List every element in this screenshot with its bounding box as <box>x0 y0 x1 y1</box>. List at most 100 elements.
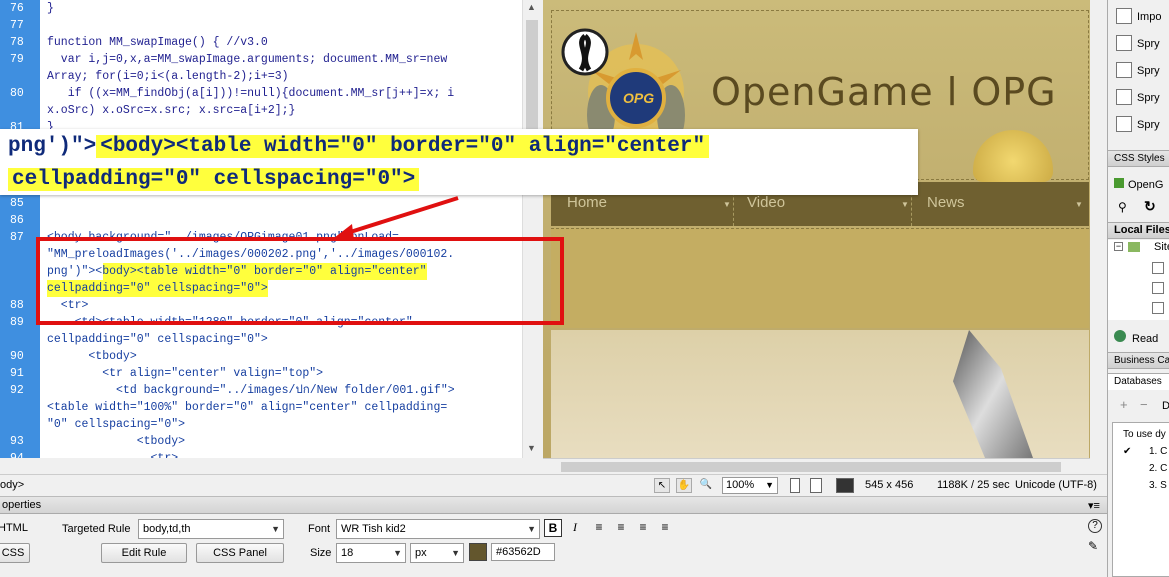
insert-item[interactable]: Spry <box>1114 60 1169 82</box>
align-left-icon[interactable]: ≡ <box>590 519 608 537</box>
font-select[interactable]: WR Tish kid2 ▼ <box>336 519 540 539</box>
text-color-field[interactable]: #63562D <box>491 543 555 561</box>
scrollbar-thumb[interactable] <box>526 20 538 130</box>
size-select[interactable]: 18 ▼ <box>336 543 406 563</box>
help-text: To use dy <box>1123 429 1166 440</box>
code-line[interactable]: 79 var i,j=0,x,a=MM_swapImage.arguments;… <box>0 51 522 68</box>
insert-item[interactable]: Spry <box>1114 87 1169 109</box>
line-number: 87 <box>10 231 24 244</box>
code-line[interactable]: "0" cellspacing="0"> <box>0 416 522 433</box>
ready-status: Read <box>1114 330 1158 345</box>
insert-item[interactable]: Spry <box>1114 114 1169 136</box>
desktop-size-icon[interactable] <box>836 478 854 493</box>
html-button[interactable]: HTML <box>0 519 30 539</box>
css-button[interactable]: CSS <box>0 543 30 563</box>
select-tool-icon[interactable]: ↖ <box>654 478 670 493</box>
code-line[interactable]: Array; for(i=0;i<(a.length-2);i+=3) <box>0 68 522 85</box>
code-line[interactable]: 90 <tbody> <box>0 348 522 365</box>
callout-prefix: png')"> <box>8 135 97 158</box>
databases-tab[interactable]: Databases <box>1108 373 1169 390</box>
align-right-icon[interactable]: ≡ <box>634 519 652 537</box>
line-number: 90 <box>10 350 24 363</box>
local-files-tab[interactable]: Local Files <box>1108 222 1169 239</box>
edit-rule-button[interactable]: Edit Rule <box>101 543 187 563</box>
site-item[interactable]: Site <box>1154 241 1169 253</box>
chevron-down-icon: ▼ <box>723 200 731 209</box>
insert-item-label: Spry <box>1137 38 1160 50</box>
unit-select[interactable]: px ▼ <box>410 543 464 563</box>
insert-item[interactable]: Spry <box>1114 33 1169 55</box>
panel-menu-icon[interactable]: ▾≡ <box>1088 499 1100 512</box>
line-number: 91 <box>10 367 24 380</box>
zoom-value: 100% <box>726 479 755 491</box>
code-line[interactable]: x.oSrc) x.oSrc=x.src; x.src=a[i+2];} <box>0 102 522 119</box>
hand-tool-icon[interactable]: ✋ <box>676 478 692 493</box>
help-icon[interactable]: ? <box>1088 519 1102 533</box>
chevron-down-icon: ▼ <box>527 524 536 534</box>
code-text: cellpadding="0" cellspacing="0"> <box>47 333 268 346</box>
refresh-icon[interactable]: ↻ <box>1144 198 1156 215</box>
nav-video[interactable]: Video <box>747 194 785 211</box>
code-line[interactable]: <table width="100%" border="0" align="ce… <box>0 399 522 416</box>
window-size-icon[interactable] <box>790 478 800 493</box>
code-line[interactable]: 78 function MM_swapImage() { //v3.0 <box>0 34 522 51</box>
code-line[interactable]: 76} <box>0 0 522 17</box>
insert-item[interactable]: Impo <box>1114 6 1169 28</box>
code-line[interactable]: 91 <tr align="center" valign="top"> <box>0 365 522 382</box>
bold-button[interactable]: B <box>544 519 562 537</box>
globe-icon <box>1114 330 1126 342</box>
site-title: OpenGame l OPG <box>711 70 1057 114</box>
code-line[interactable]: 80 if ((x=MM_findObj(a[i]))!=null){docum… <box>0 85 522 102</box>
code-vertical-scrollbar[interactable]: ▲ ▼ <box>522 0 540 458</box>
nav-home[interactable]: Home <box>567 194 607 211</box>
code-line[interactable]: cellpadding="0" cellspacing="0"> <box>0 331 522 348</box>
code-line[interactable]: 92 <td background="../images/ปก/New fold… <box>0 382 522 399</box>
content-band <box>551 228 1089 328</box>
line-number: 78 <box>10 36 24 49</box>
design-horizontal-scrollbar[interactable] <box>543 458 1090 474</box>
code-text: <table width="100%" border="0" align="ce… <box>47 401 448 414</box>
scrollbar-thumb[interactable] <box>561 462 1061 472</box>
wand-icon[interactable]: ⚲ <box>1118 200 1127 214</box>
code-line[interactable]: 93 <tbody> <box>0 433 522 450</box>
targeted-rule-value: body,td,th <box>143 523 191 535</box>
align-justify-icon[interactable]: ≡ <box>656 519 674 537</box>
css-styles-item[interactable]: OpenG <box>1114 178 1163 191</box>
add-icon[interactable]: + <box>1120 397 1128 412</box>
css-panel-button[interactable]: CSS Panel <box>196 543 284 563</box>
step-item[interactable]: 3. S <box>1149 480 1167 491</box>
code-text: function MM_swapImage() { //v3.0 <box>47 36 268 49</box>
file-tree[interactable]: − Site <box>1108 240 1169 320</box>
scroll-up-icon[interactable]: ▲ <box>527 2 536 12</box>
collapse-icon[interactable]: − <box>1114 242 1123 251</box>
code-line[interactable]: 77 <box>0 17 522 34</box>
code-text: if ((x=MM_findObj(a[i]))!=null){document… <box>47 87 455 100</box>
targeted-rule-select[interactable]: body,td,th ▼ <box>138 519 284 539</box>
ready-label: Read <box>1132 333 1159 345</box>
tablet-size-icon[interactable] <box>810 478 822 493</box>
code-line[interactable]: 94 <tr> <box>0 450 522 458</box>
chevron-down-icon: ▼ <box>271 524 280 534</box>
align-center-icon[interactable]: ≡ <box>612 519 630 537</box>
edit-page-icon[interactable]: ✎ <box>1088 539 1098 553</box>
code-text: Array; for(i=0;i<(a.length-2);i+=3) <box>47 70 289 83</box>
italic-button[interactable]: I <box>566 519 584 537</box>
remove-icon[interactable]: − <box>1140 397 1148 412</box>
code-text: } <box>47 2 54 15</box>
zoom-tool-icon[interactable]: 🔍 <box>698 478 714 493</box>
text-color-swatch[interactable] <box>469 543 487 561</box>
databases-d-label: D <box>1162 400 1169 412</box>
code-text: <tr> <box>47 450 179 458</box>
step-item[interactable]: 1. C <box>1149 446 1167 457</box>
code-text: var i,j=0,x,a=MM_swapImage.arguments; do… <box>47 53 448 66</box>
css-styles-tab[interactable]: CSS Styles <box>1108 150 1169 167</box>
step-item[interactable]: 2. C <box>1149 463 1167 474</box>
insert-item-label: Spry <box>1137 119 1160 131</box>
insert-item-label: Impo <box>1137 11 1162 23</box>
nav-news[interactable]: News <box>927 194 965 211</box>
zoom-select[interactable]: 100% ▼ <box>722 477 778 494</box>
design-view[interactable]: OPG OpenGame l OPG Home ▼ Video ▼ News ▼ <box>543 0 1090 458</box>
tag-selector[interactable]: ody> <box>0 479 24 491</box>
business-catalyst-tab[interactable]: Business Cat <box>1108 352 1169 369</box>
scroll-down-icon[interactable]: ▼ <box>527 443 536 453</box>
